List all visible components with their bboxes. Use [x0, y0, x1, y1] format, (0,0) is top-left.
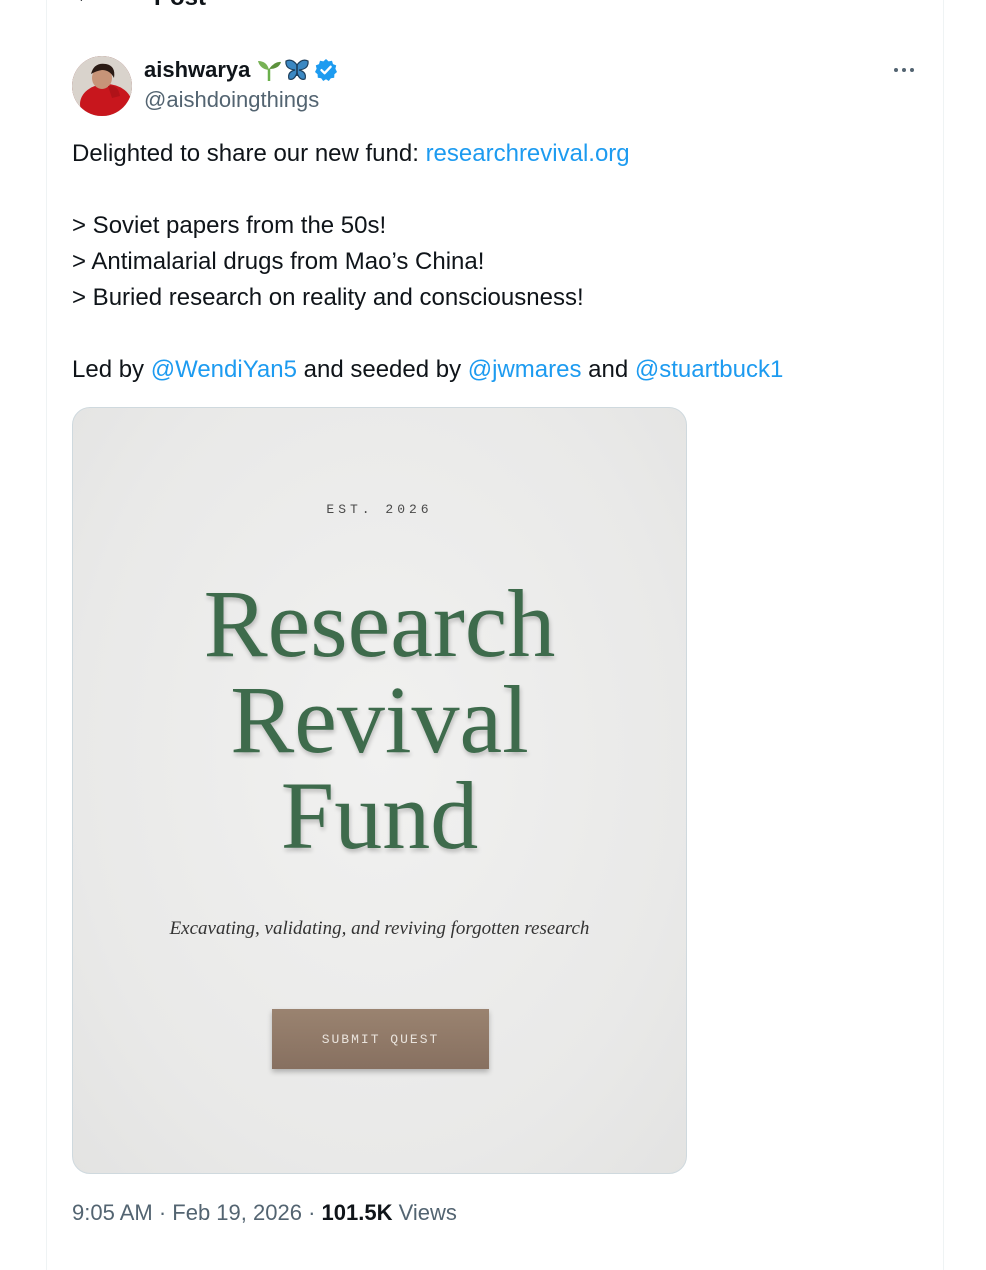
separator: · [152, 1200, 173, 1225]
post-text: Delighted to share our new fund: researc… [72, 136, 912, 388]
mention-link[interactable]: @WendiYan5 [151, 356, 297, 383]
post-date[interactable]: Feb 19, 2026 [172, 1200, 302, 1225]
fund-title-line: Research [203, 570, 556, 677]
fund-title-line: Fund [280, 762, 479, 869]
page-title: Post [154, 0, 206, 10]
fund-title-line: Revival [230, 666, 529, 773]
and-text: and [581, 356, 635, 383]
arrow-left-icon[interactable]: ← [74, 0, 96, 6]
separator: · [301, 1200, 322, 1225]
bullet-line: > Antimalarial drugs from Mao’s China! [72, 248, 485, 275]
avatar[interactable] [72, 56, 132, 116]
avatar-image [72, 56, 132, 116]
led-by-text: Led by [72, 356, 151, 383]
mention-link[interactable]: @jwmares [468, 356, 582, 383]
post-metadata: 9:05 AM · Feb 19, 2026 · 101.5K Views [72, 1198, 457, 1228]
author-name[interactable]: aishwarya [144, 56, 338, 84]
seeded-by-text: and seeded by [296, 356, 468, 383]
post-media-image[interactable]: EST. 2026 Research Revival Fund Excavati… [72, 407, 687, 1174]
intro-text: Delighted to share our new fund: [72, 140, 426, 167]
submit-quest-button: SUBMIT QUEST [272, 1009, 489, 1069]
mention-link[interactable]: @stuartbuck1 [635, 356, 783, 383]
fund-tagline: Excavating, validating, and reviving for… [169, 918, 590, 939]
post-intro-line: Delighted to share our new fund: researc… [72, 136, 912, 172]
bullet-line: > Buried research on reality and conscio… [72, 284, 584, 311]
credits-line: Led by @WendiYan5 and seeded by @jwmares… [72, 352, 912, 388]
website-link[interactable]: researchrevival.org [426, 140, 630, 167]
author-handle[interactable]: @aishdoingthings [144, 86, 319, 114]
more-horizontal-icon[interactable] [884, 58, 924, 82]
top-bar: ← Post [46, 0, 944, 12]
post-time[interactable]: 9:05 AM [72, 1200, 153, 1225]
author-name-text: aishwarya [144, 57, 251, 82]
butterfly-icon [284, 57, 310, 83]
seedling-icon [256, 57, 282, 83]
views-label: Views [392, 1200, 457, 1225]
est-label: EST. 2026 [326, 502, 433, 517]
verified-badge-icon[interactable] [314, 58, 338, 82]
views-count: 101.5K [321, 1200, 393, 1225]
bullet-line: > Soviet papers from the 50s! [72, 212, 387, 239]
